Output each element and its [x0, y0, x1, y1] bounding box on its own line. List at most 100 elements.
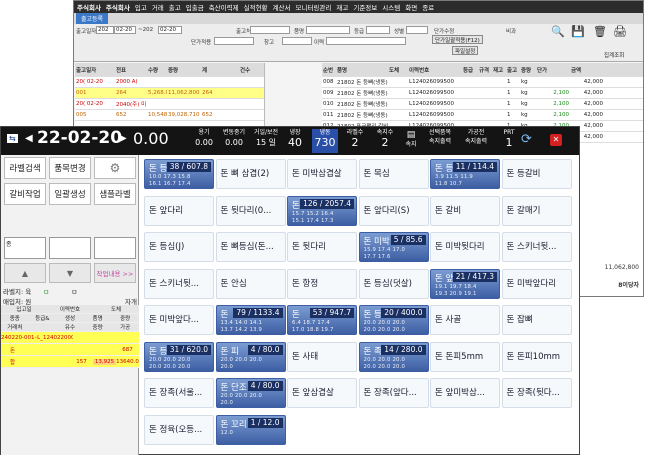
item-tile[interactable]: 돈 잡뼈: [501, 305, 572, 335]
item-tile[interactable]: 돈 미박 5 / 85.6 15.9 17.4 17.0 17.7 17.6: [358, 232, 429, 262]
menu-icon[interactable]: ⇆: [7, 134, 18, 143]
stat-9[interactable]: 가공전 속지출력: [458, 129, 494, 146]
mini-row[interactable]: 240220-001-001L_124022000995001: [1, 332, 139, 344]
item-tile[interactable]: 돈 53 / 947.7 6.4 18.7 17.4 17.0 18.8 19.7: [287, 305, 357, 335]
table-row[interactable]: 001 264 5,268.0 11,062,800 264: [75, 88, 264, 99]
gear-icon[interactable]: ⚙: [94, 157, 136, 179]
chk-price-edit[interactable]: 단가수정: [434, 27, 454, 35]
select-3[interactable]: [94, 237, 136, 259]
item-tile[interactable]: 돈 항정: [287, 268, 357, 299]
date-to[interactable]: 02-20: [158, 26, 182, 34]
menu-item[interactable]: 입고: [135, 2, 147, 12]
item-tile[interactable]: 돈 장족(앞다...: [358, 378, 429, 408]
close-icon[interactable]: ✕: [550, 134, 562, 146]
item-tile[interactable]: 돈 사골: [430, 305, 500, 335]
item-tile[interactable]: 돈 앞다리: [144, 195, 214, 226]
table-row[interactable]: 20( 02-20 2000 A(: [75, 77, 264, 88]
save-icon[interactable]: 💾: [570, 25, 586, 39]
menu-item[interactable]: 모니터링관리: [295, 2, 331, 12]
item-tile[interactable]: 돈 사태: [287, 341, 357, 372]
item-tile[interactable]: 돈 목심: [358, 159, 429, 189]
date-from[interactable]: 02-20: [114, 26, 136, 34]
item-tile[interactable]: 돈 앞다리(S): [358, 195, 429, 226]
menu-item[interactable]: 입출금: [186, 2, 204, 12]
chk-tax-free[interactable]: 비과: [506, 27, 516, 35]
delete-icon[interactable]: 🗑: [592, 25, 608, 39]
table-row[interactable]: 011 21802 돈 등뼈(냉동) L124026099500 1 kg 2,100 42…: [322, 110, 643, 121]
bulk-price-button[interactable]: 단가일괄적용(F12): [432, 35, 483, 44]
item-tile[interactable]: 돈 갈매기: [501, 195, 572, 226]
item-tile[interactable]: 돈 뼈 삼겹(2): [215, 159, 286, 189]
label-search-button[interactable]: 라벨검색: [4, 157, 46, 179]
item-tile[interactable]: 돈 미박뒷다리: [430, 232, 500, 262]
print-icon[interactable]: 🖨: [612, 25, 628, 39]
item-tile[interactable]: 돈 등 38 / 607.8 10.0 17.3 15.8 16.1 16.7 17.…: [144, 159, 214, 189]
item-tile[interactable]: 돈 미박삼겹살: [287, 159, 357, 189]
file-setting-button[interactable]: 파일설정: [452, 46, 479, 55]
item-tile[interactable]: 돈 등심(덧살): [358, 268, 429, 299]
item-tile[interactable]: 돈 스키너뒷...: [501, 232, 572, 262]
menu-item[interactable]: 시스템: [382, 2, 400, 12]
item-tile[interactable]: 돈 돈피5mm: [430, 341, 500, 372]
item-tile[interactable]: 돈 돈피10mm: [501, 341, 572, 372]
item-tile[interactable]: 돈 등126 / 2057.415.7 15.2 16.415.1 17.4 1…: [287, 195, 357, 226]
scroll-down-button[interactable]: ▼: [49, 263, 91, 283]
grade-input[interactable]: [366, 26, 390, 34]
gender-input[interactable]: [406, 26, 428, 34]
item-tile[interactable]: 돈 뼈등심(돈...: [215, 232, 286, 262]
item-change-button[interactable]: 품목변경: [49, 157, 91, 179]
select-type[interactable]: 종: [4, 237, 46, 259]
item-tile[interactable]: 돈 장족(뒷다...: [501, 378, 572, 408]
stat-10[interactable]: PRT 1: [499, 129, 519, 148]
item-tile[interactable]: 돈 앞삼겹살: [287, 378, 357, 408]
trace-input[interactable]: [326, 37, 406, 45]
search-icon[interactable]: 🔍: [550, 25, 566, 39]
menu-item[interactable]: 재고: [336, 2, 348, 12]
mini-row[interactable]: 합 157 13,925 13640.0: [1, 356, 139, 368]
customer-input[interactable]: [250, 26, 290, 34]
item-tile[interactable]: 돈 안심: [215, 268, 286, 299]
menu-item[interactable]: 실적현황: [244, 2, 268, 12]
menu-item[interactable]: 종료: [422, 2, 434, 12]
menu-item[interactable]: 화면: [405, 2, 417, 12]
sample-label-button[interactable]: 샘플라벨: [94, 183, 136, 205]
rib-work-button[interactable]: 갈비작업: [4, 183, 46, 205]
menu-item[interactable]: 기준정보: [353, 2, 377, 12]
menu-item[interactable]: 출고: [169, 2, 181, 12]
item-tile[interactable]: 돈 등갈비: [501, 159, 572, 189]
tab-out-register[interactable]: 출고등록: [76, 13, 109, 24]
item-tile[interactable]: 돈 갈비: [430, 195, 500, 226]
batch-create-button[interactable]: 일괄생성: [49, 183, 91, 205]
menu-item[interactable]: 거래: [152, 2, 164, 12]
menu-item[interactable]: 축산이력제: [209, 2, 239, 12]
table-row[interactable]: 005 652 10,548. 39,028,710 652: [75, 110, 264, 121]
next-date-icon[interactable]: ▶: [119, 133, 127, 144]
scroll-up-button[interactable]: ▲: [4, 263, 46, 283]
item-tile[interactable]: 돈 등심(J): [144, 232, 214, 262]
stat-8[interactable]: 선택품목 속지출력: [425, 129, 455, 146]
item-tile[interactable]: 돈 앞미박삼...: [430, 378, 500, 408]
warehouse-select[interactable]: [282, 37, 312, 45]
item-tile[interactable]: 돈 족 14 / 280.0 20.0 20.0 20.0 20.0 20.0 20.…: [358, 341, 429, 372]
item-tile[interactable]: 돈 꼬리 1 / 12.0 12.0: [215, 414, 286, 445]
mini-row[interactable]: 돈 687: [1, 344, 139, 356]
table-row[interactable]: 20( 02-20 2040(주) 미: [75, 99, 264, 110]
item-tile[interactable]: 돈 79 / 1133.4 13.4 14.0 14.1 13.7 14.2 13.9: [215, 305, 286, 335]
item-tile[interactable]: 돈 단조 4 / 80.0 20.0 20.0 20.0 20.0: [215, 378, 286, 408]
menu-item[interactable]: 계산서: [273, 2, 291, 12]
item-tile[interactable]: 돈 장족(서울...: [144, 378, 214, 408]
item-tile[interactable]: 돈 뒷다리(0...: [215, 195, 286, 226]
item-tile[interactable]: 돈 뒷다리: [287, 232, 357, 262]
select-2[interactable]: [49, 237, 91, 259]
date-from-year[interactable]: 202: [96, 26, 114, 34]
item-tile[interactable]: 돈 앞 21 / 417.3 19.1 19.7 18.4 19.3 20.9 19.…: [430, 268, 500, 299]
item-tile[interactable]: 돈 미박앞다...: [144, 305, 214, 335]
item-tile[interactable]: 돈 정육(오등...: [144, 414, 214, 445]
table-row[interactable]: 008 21802 돈 등뼈(냉동) L124026099500 1 kg 42,000: [322, 77, 643, 88]
unit-price-select[interactable]: [214, 37, 254, 45]
table-row[interactable]: 009 21802 돈 등뼈(냉동) L124026099500 1 kg 2,100 42…: [322, 88, 643, 99]
refresh-icon[interactable]: ⟳: [521, 132, 532, 147]
item-tile[interactable]: 돈 미박앞다리: [501, 268, 572, 299]
list-icon[interactable]: ▤: [401, 129, 421, 141]
item-tile[interactable]: 돈 등 31 / 620.0 20.0 20.0 20.0 20.0 20.0 20.…: [144, 341, 214, 372]
